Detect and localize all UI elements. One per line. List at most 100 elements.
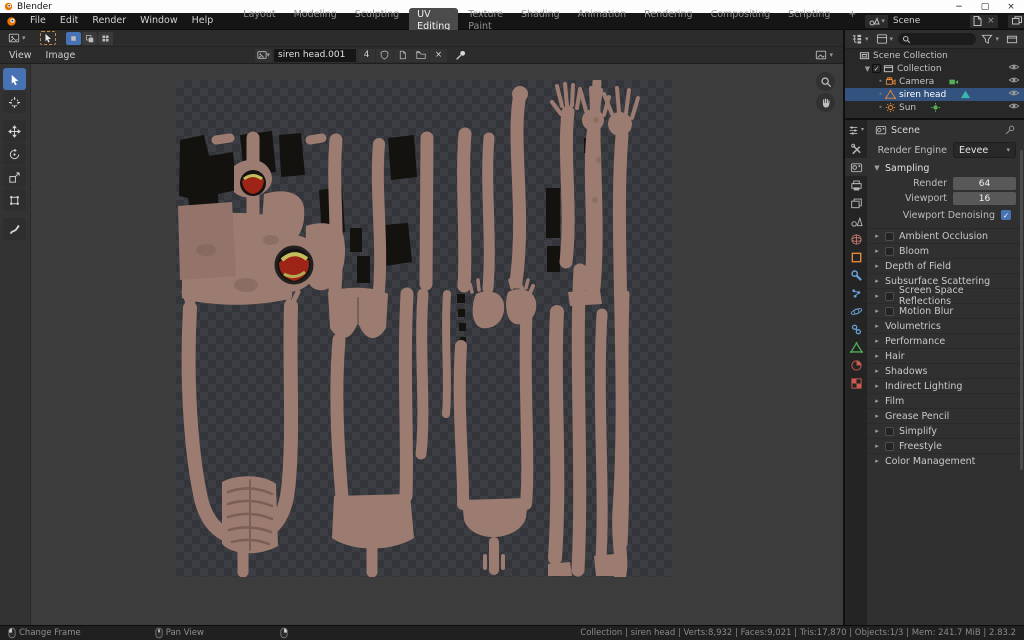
new-collection-button[interactable] xyxy=(1004,32,1020,46)
properties-tab-constraints[interactable] xyxy=(845,320,867,338)
menu-render[interactable]: Render xyxy=(85,13,133,29)
properties-tab-particles[interactable] xyxy=(845,284,867,302)
properties-tab-data[interactable] xyxy=(845,338,867,356)
image-users-button[interactable]: 4 xyxy=(358,49,375,62)
tool-annotate-button[interactable] xyxy=(3,218,26,240)
properties-tab-modifiers[interactable] xyxy=(845,266,867,284)
uv-menu-image[interactable]: Image xyxy=(39,50,83,61)
properties-tab-view-layer[interactable] xyxy=(845,194,867,212)
properties-tab-physics[interactable] xyxy=(845,302,867,320)
section-ambient-occlusion[interactable]: ▸ Ambient Occlusion xyxy=(867,228,1024,243)
tool-select-box-button[interactable] xyxy=(3,68,26,90)
tool-transform-button[interactable] xyxy=(3,189,26,211)
properties-tab-tool[interactable] xyxy=(845,140,867,158)
outliner-row-sun[interactable]: • Sun xyxy=(845,101,1024,114)
breadcrumb-label[interactable]: Scene xyxy=(891,125,920,136)
menu-help[interactable]: Help xyxy=(185,13,221,29)
outliner-filter-button[interactable]: ▾ xyxy=(979,32,1001,46)
uv-selection-modes xyxy=(66,32,113,45)
section-color-management[interactable]: ▸ Color Management xyxy=(867,453,1024,468)
outliner-row-collection[interactable]: ▼ Collection xyxy=(845,62,1024,75)
section-freestyle[interactable]: ▸ Freestyle xyxy=(867,438,1024,453)
zoom-gizmo[interactable] xyxy=(816,72,835,91)
blender-menu-icon[interactable] xyxy=(6,16,17,27)
properties-tab-world[interactable] xyxy=(845,230,867,248)
tool-move-button[interactable] xyxy=(3,120,26,142)
pin-icon[interactable] xyxy=(1004,124,1016,136)
minimize-button[interactable]: − xyxy=(946,2,972,12)
uv-canvas[interactable] xyxy=(0,64,843,625)
properties-tab-render[interactable] xyxy=(845,158,867,176)
scene-selector[interactable]: ▾ Scene × xyxy=(865,15,998,28)
tool-scale-button[interactable] xyxy=(3,166,26,188)
collection-checkbox[interactable] xyxy=(872,64,881,73)
visibility-toggle[interactable] xyxy=(1008,100,1020,115)
uv-menu-view[interactable]: View xyxy=(2,50,39,61)
scene-name[interactable]: Scene xyxy=(888,15,970,28)
section-checkbox[interactable] xyxy=(885,247,894,256)
properties-tab-output[interactable] xyxy=(845,176,867,194)
view-layer-browse-button[interactable]: ▾ xyxy=(1008,15,1024,28)
tool-cursor-button[interactable] xyxy=(3,91,26,113)
editor-type-button[interactable]: ▾ xyxy=(4,31,30,45)
outliner-row-camera[interactable]: • Camera xyxy=(845,75,1024,88)
image-name-field[interactable] xyxy=(273,48,357,63)
properties-scrollbar[interactable] xyxy=(1020,150,1023,470)
uv-select-face-button[interactable] xyxy=(98,32,113,45)
properties-editor-type-button[interactable]: ▾ xyxy=(847,123,865,137)
section-shadows[interactable]: ▸ Shadows xyxy=(867,363,1024,378)
sampling-render-field[interactable]: 64 xyxy=(953,177,1016,190)
section-performance[interactable]: ▸ Performance xyxy=(867,333,1024,348)
image-options-button[interactable]: ▾ xyxy=(811,48,837,62)
section-checkbox[interactable] xyxy=(885,427,894,436)
section-checkbox[interactable] xyxy=(885,232,894,241)
properties-tab-scene[interactable] xyxy=(845,212,867,230)
menu-edit[interactable]: Edit xyxy=(53,13,85,29)
outliner-search-input[interactable] xyxy=(898,33,976,45)
delete-scene-button[interactable]: × xyxy=(984,15,998,28)
menu-window[interactable]: Window xyxy=(133,13,184,29)
sampling-viewport-field[interactable]: 16 xyxy=(953,192,1016,205)
new-image-button[interactable] xyxy=(394,49,411,62)
outliner-editor-type-button[interactable]: ▾ xyxy=(849,32,871,46)
uv-select-vertex-button[interactable] xyxy=(66,32,81,45)
topbar-menus: FileEditRenderWindowHelp xyxy=(23,13,220,29)
tool-rotate-button[interactable] xyxy=(3,143,26,165)
outliner-row-siren-head[interactable]: • siren head xyxy=(845,88,1024,101)
maximize-button[interactable]: ▢ xyxy=(972,2,998,12)
section-grease-pencil[interactable]: ▸ Grease Pencil xyxy=(867,408,1024,423)
section-checkbox[interactable] xyxy=(885,292,894,301)
section-simplify[interactable]: ▸ Simplify xyxy=(867,423,1024,438)
outliner-row-scene-collection[interactable]: Scene Collection xyxy=(845,49,1024,62)
section-screen-space-reflections[interactable]: ▸ Screen Space Reflections xyxy=(867,288,1024,303)
uv-image[interactable] xyxy=(176,80,672,577)
menu-file[interactable]: File xyxy=(23,13,53,29)
properties-tab-material[interactable] xyxy=(845,356,867,374)
active-tool-indicator[interactable] xyxy=(40,31,56,45)
fake-user-button[interactable] xyxy=(376,49,393,62)
pan-gizmo[interactable] xyxy=(816,93,835,112)
section-depth-of-field[interactable]: ▸ Depth of Field xyxy=(867,258,1024,273)
scene-browse-button[interactable]: ▾ xyxy=(865,15,888,28)
section-bloom[interactable]: ▸ Bloom xyxy=(867,243,1024,258)
close-button[interactable]: × xyxy=(998,2,1024,12)
section-volumetrics[interactable]: ▸ Volumetrics xyxy=(867,318,1024,333)
properties-tab-texture[interactable] xyxy=(845,374,867,392)
section-film[interactable]: ▸ Film xyxy=(867,393,1024,408)
properties-tab-object[interactable] xyxy=(845,248,867,266)
viewport-denoising-checkbox[interactable] xyxy=(1001,210,1011,220)
outliner-display-mode-button[interactable]: ▾ xyxy=(874,32,896,46)
sampling-section-header[interactable]: ▼ Sampling xyxy=(867,160,1024,176)
unlink-image-button[interactable]: × xyxy=(430,49,447,62)
pin-icon[interactable] xyxy=(455,49,467,61)
open-image-button[interactable] xyxy=(412,49,429,62)
new-scene-button[interactable] xyxy=(970,15,984,28)
view-layer-selector[interactable]: ▾ View Layer × xyxy=(1008,15,1024,28)
section-checkbox[interactable] xyxy=(885,442,894,451)
section-indirect-lighting[interactable]: ▸ Indirect Lighting xyxy=(867,378,1024,393)
uv-select-edge-button[interactable] xyxy=(82,32,97,45)
render-engine-dropdown[interactable]: Eevee ▾ xyxy=(953,142,1016,158)
section-checkbox[interactable] xyxy=(885,307,894,316)
section-hair[interactable]: ▸ Hair xyxy=(867,348,1024,363)
browse-image-button[interactable]: ▾ xyxy=(255,49,273,62)
